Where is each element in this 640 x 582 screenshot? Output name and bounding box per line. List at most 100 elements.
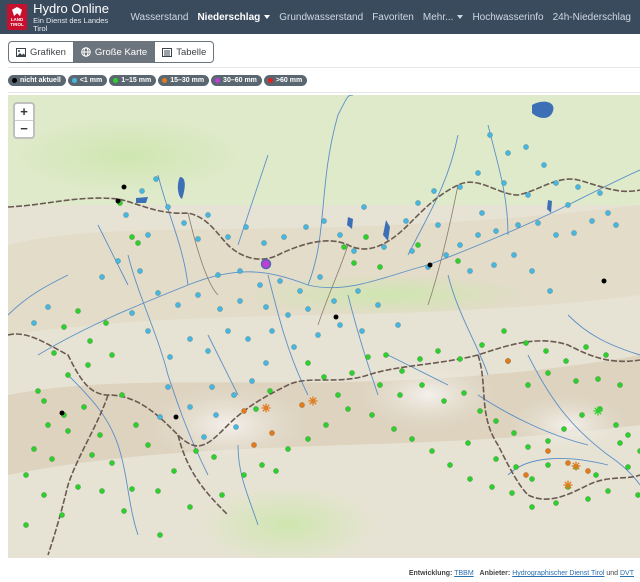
station-marker[interactable] bbox=[219, 492, 225, 498]
station-marker[interactable] bbox=[253, 406, 259, 412]
station-marker[interactable] bbox=[475, 170, 481, 176]
station-marker[interactable] bbox=[81, 404, 87, 410]
station-marker[interactable] bbox=[297, 288, 303, 294]
station-marker[interactable] bbox=[351, 260, 357, 266]
station-marker[interactable] bbox=[625, 464, 631, 470]
station-marker[interactable] bbox=[145, 328, 151, 334]
station-marker[interactable] bbox=[505, 150, 511, 156]
nav-24h-niederschlag[interactable]: 24h-Niederschlag bbox=[553, 12, 631, 23]
station-marker[interactable] bbox=[427, 262, 433, 268]
station-marker[interactable] bbox=[593, 472, 599, 478]
station-marker[interactable] bbox=[571, 230, 577, 236]
station-marker[interactable] bbox=[115, 198, 121, 204]
station-map[interactable]: + − bbox=[8, 95, 640, 558]
station-marker[interactable] bbox=[75, 308, 81, 314]
station-marker[interactable] bbox=[391, 426, 397, 432]
station-marker[interactable] bbox=[515, 222, 521, 228]
nav-hochwasserinfo[interactable]: Hochwasserinfo bbox=[472, 12, 543, 23]
station-marker[interactable] bbox=[317, 274, 323, 280]
station-marker[interactable] bbox=[157, 414, 163, 420]
station-marker[interactable] bbox=[457, 242, 463, 248]
station-marker[interactable] bbox=[603, 352, 609, 358]
station-marker[interactable] bbox=[397, 392, 403, 398]
station-marker[interactable] bbox=[447, 462, 453, 468]
station-marker[interactable] bbox=[59, 410, 65, 416]
station-marker[interactable] bbox=[305, 436, 311, 442]
station-marker[interactable] bbox=[573, 378, 579, 384]
station-marker[interactable] bbox=[601, 278, 607, 284]
map-canvas[interactable] bbox=[8, 95, 640, 558]
station-marker[interactable] bbox=[529, 504, 535, 510]
station-marker[interactable] bbox=[579, 412, 585, 418]
station-marker[interactable] bbox=[565, 460, 571, 466]
station-marker[interactable] bbox=[165, 384, 171, 390]
station-marker[interactable] bbox=[479, 210, 485, 216]
nav-mehr[interactable]: Mehr... bbox=[423, 12, 464, 23]
station-marker[interactable] bbox=[375, 302, 381, 308]
station-marker[interactable] bbox=[129, 310, 135, 316]
station-marker[interactable] bbox=[535, 220, 541, 226]
station-marker[interactable] bbox=[455, 258, 461, 264]
station-marker[interactable] bbox=[479, 342, 485, 348]
station-marker[interactable] bbox=[523, 144, 529, 150]
station-marker[interactable] bbox=[305, 306, 311, 312]
station-marker-burst[interactable] bbox=[593, 406, 603, 416]
station-marker[interactable] bbox=[171, 468, 177, 474]
station-marker[interactable] bbox=[523, 340, 529, 346]
station-marker[interactable] bbox=[109, 352, 115, 358]
legend-nicht-aktuell[interactable]: nicht aktuell bbox=[8, 74, 66, 86]
station-marker[interactable] bbox=[211, 454, 217, 460]
station-marker[interactable] bbox=[431, 188, 437, 194]
station-marker[interactable] bbox=[529, 476, 535, 482]
station-marker[interactable] bbox=[31, 446, 37, 452]
station-marker[interactable] bbox=[617, 440, 623, 446]
station-marker[interactable] bbox=[99, 488, 105, 494]
station-marker[interactable] bbox=[345, 406, 351, 412]
station-marker[interactable] bbox=[545, 462, 551, 468]
station-marker[interactable] bbox=[123, 212, 129, 218]
station-marker[interactable] bbox=[409, 248, 415, 254]
station-marker[interactable] bbox=[129, 486, 135, 492]
station-marker[interactable] bbox=[59, 512, 65, 518]
station-marker[interactable] bbox=[269, 430, 275, 436]
station-marker[interactable] bbox=[565, 202, 571, 208]
legend-30-60mm[interactable]: 30–60 mm bbox=[211, 74, 262, 86]
view-grafiken-button[interactable]: Grafiken bbox=[8, 41, 74, 63]
station-marker[interactable] bbox=[417, 356, 423, 362]
station-marker[interactable] bbox=[231, 392, 237, 398]
brand[interactable]: Hydro Online Ein Dienst des Landes Tirol bbox=[33, 2, 116, 32]
station-marker[interactable] bbox=[511, 252, 517, 258]
station-marker[interactable] bbox=[195, 292, 201, 298]
station-marker[interactable] bbox=[259, 462, 265, 468]
station-marker[interactable] bbox=[241, 408, 247, 414]
station-marker[interactable] bbox=[49, 456, 55, 462]
legend-15-30mm[interactable]: 15–30 mm bbox=[158, 74, 210, 86]
station-marker[interactable] bbox=[41, 398, 47, 404]
station-marker[interactable] bbox=[181, 220, 187, 226]
station-marker[interactable] bbox=[65, 372, 71, 378]
station-marker[interactable] bbox=[505, 358, 511, 364]
station-marker[interactable] bbox=[85, 362, 91, 368]
station-marker[interactable] bbox=[457, 356, 463, 362]
station-marker[interactable] bbox=[241, 472, 247, 478]
station-marker-burst[interactable] bbox=[563, 480, 573, 490]
station-marker[interactable] bbox=[363, 234, 369, 240]
station-marker[interactable] bbox=[263, 304, 269, 310]
station-marker[interactable] bbox=[277, 278, 283, 284]
view-tabelle-button[interactable]: Tabelle bbox=[155, 41, 215, 63]
station-marker[interactable] bbox=[245, 336, 251, 342]
station-marker[interactable] bbox=[493, 418, 499, 424]
station-marker[interactable] bbox=[165, 204, 171, 210]
station-marker[interactable] bbox=[585, 468, 591, 474]
tbbm-link[interactable]: TBBM bbox=[454, 570, 473, 577]
station-marker[interactable] bbox=[281, 234, 287, 240]
station-marker[interactable] bbox=[409, 436, 415, 442]
station-marker[interactable] bbox=[321, 374, 327, 380]
nav-favoriten[interactable]: Favoriten bbox=[372, 12, 414, 23]
station-marker[interactable] bbox=[273, 468, 279, 474]
station-marker[interactable] bbox=[323, 422, 329, 428]
station-marker[interactable] bbox=[529, 268, 535, 274]
station-marker[interactable] bbox=[31, 320, 37, 326]
station-marker-burst[interactable] bbox=[571, 461, 581, 471]
station-marker[interactable] bbox=[157, 532, 163, 538]
